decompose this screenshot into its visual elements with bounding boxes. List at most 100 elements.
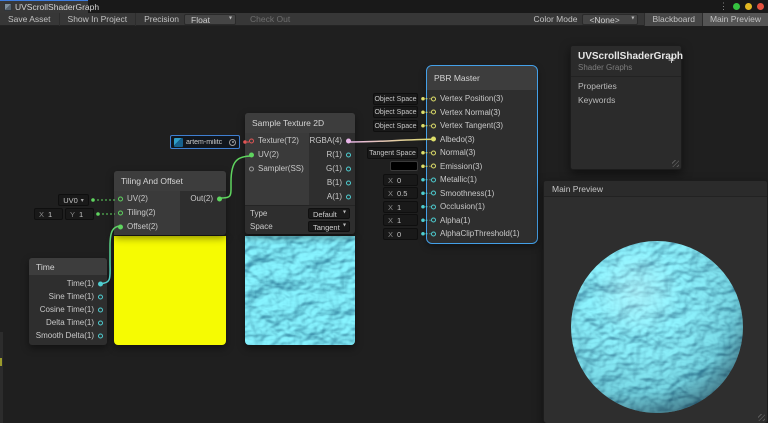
graph-canvas[interactable]: Time Time(1) Sine Time(1) Cosine Time(1)…	[0, 26, 768, 423]
tiling-x-field[interactable]: X 1	[34, 208, 63, 220]
pbr-input-label: Normal(3)	[440, 148, 476, 157]
port-vertex-normal-in[interactable]	[431, 109, 436, 115]
port-albedo-in[interactable]	[431, 136, 436, 142]
node-sample-title[interactable]: Sample Texture 2D	[245, 113, 355, 133]
chevron-down-icon: ▾	[80, 197, 84, 204]
chevron-down-icon: ▾	[229, 15, 233, 22]
tiling-input-label: Tiling(2)	[127, 208, 156, 217]
sample-type-label: Type	[250, 208, 268, 218]
port-sine-time-out[interactable]	[98, 294, 103, 299]
pbr-input-label: Emission(3)	[440, 161, 483, 171]
node-tiling-and-offset[interactable]: Tiling And Offset UV(2) Out(2) Tiling(2)	[114, 171, 226, 235]
port-tiling-tiling-in[interactable]	[118, 210, 123, 216]
window-dot-yellow[interactable]	[745, 3, 752, 10]
port-tiling-offset-in[interactable]	[118, 224, 123, 230]
port-smooth-delta-out[interactable]	[98, 333, 103, 338]
port-sample-g-out[interactable]	[346, 166, 351, 172]
vertex-position-space-dropdown[interactable]: Object Space	[373, 93, 418, 105]
pbr-input-label: Smoothness(1)	[440, 188, 495, 198]
blackboard-section-keywords[interactable]: Keywords	[571, 91, 681, 105]
node-time-title[interactable]: Time	[29, 258, 107, 275]
normal-space-dropdown[interactable]: Tangent Space	[367, 147, 418, 159]
window-controls: ⋮	[719, 0, 764, 13]
show-in-project-button[interactable]: Show In Project	[60, 12, 137, 26]
shader-graph-asset-icon	[4, 3, 12, 11]
node-pbr-title[interactable]: PBR Master	[427, 66, 537, 90]
port-sample-b-out[interactable]	[346, 180, 351, 186]
chevron-down-icon: ▾	[342, 209, 346, 216]
alpha-x-field[interactable]: X 1	[383, 214, 418, 226]
occlusion-x-field[interactable]: X 1	[383, 201, 418, 213]
time-output-label: Smooth Delta(1)	[35, 331, 94, 340]
pbr-input-label: Albedo(3)	[440, 134, 475, 144]
sample-space-dropdown[interactable]: Tangent ▾	[308, 220, 350, 232]
port-sample-texture-in[interactable]	[249, 138, 254, 144]
smoothness-x-field[interactable]: X 0.5	[383, 187, 418, 199]
blackboard-section-properties[interactable]: Properties	[571, 77, 681, 91]
node-pbr-master[interactable]: PBR Master Vertex Position(3) Vertex Nor…	[426, 65, 538, 244]
port-tiling-out[interactable]	[217, 196, 222, 202]
port-sample-uv-in[interactable]	[249, 152, 254, 158]
vertex-normal-space-dropdown[interactable]: Object Space	[373, 106, 418, 118]
main-preview-viewport[interactable]	[544, 197, 767, 423]
chevron-down-icon: ▾	[631, 15, 635, 22]
port-alphaclip-in[interactable]	[431, 231, 436, 237]
alphaclip-x-field[interactable]: X 0	[383, 228, 418, 240]
node-sample-texture-2d[interactable]: Sample Texture 2D Texture(T2) RGBA(4) UV…	[245, 113, 355, 234]
port-delta-time-out[interactable]	[98, 320, 103, 325]
main-preview-toggle-button[interactable]: Main Preview	[701, 12, 768, 26]
node-tiling-title[interactable]: Tiling And Offset	[114, 171, 226, 191]
texture-asset-name: artem-militc	[186, 138, 223, 146]
add-property-button[interactable]: +	[668, 54, 675, 66]
window-dot-red[interactable]	[757, 3, 764, 10]
sample-texture-node-preview	[245, 236, 355, 345]
sample-type-dropdown[interactable]: Default ▾	[308, 207, 350, 219]
uv-channel-dropdown[interactable]: UV0 ▾	[58, 194, 89, 206]
tiling-input-label: Offset(2)	[127, 222, 158, 231]
pbr-input-label: Occlusion(1)	[440, 202, 485, 211]
port-time-out[interactable]	[98, 281, 103, 286]
object-picker-icon[interactable]	[229, 138, 236, 146]
main-preview-panel[interactable]: Main Preview	[543, 180, 768, 423]
blackboard-panel[interactable]: UVScrollShaderGraph Shader Graphs + Prop…	[570, 45, 683, 170]
precision-dropdown[interactable]: Float ▾	[184, 13, 237, 25]
sample-output-label: G(1)	[326, 164, 342, 173]
pbr-input-label: Alpha(1)	[440, 215, 471, 225]
tiling-y-field[interactable]: Y 1	[65, 208, 94, 220]
texture-asset-field[interactable]: artem-militc	[170, 135, 240, 149]
pbr-input-label: Metallic(1)	[440, 175, 477, 184]
port-cosine-time-out[interactable]	[98, 307, 103, 312]
blackboard-header[interactable]: UVScrollShaderGraph Shader Graphs +	[571, 46, 683, 77]
check-out-button: Check Out	[250, 13, 291, 24]
port-metallic-in[interactable]	[431, 177, 436, 183]
main-preview-header[interactable]: Main Preview	[544, 181, 767, 197]
sample-output-label: RGBA(4)	[309, 136, 342, 145]
port-sample-r-out[interactable]	[346, 152, 351, 158]
port-sample-rgba-out[interactable]	[346, 138, 351, 144]
chevron-down-icon: ▾	[342, 222, 346, 229]
port-sample-a-out[interactable]	[346, 194, 351, 200]
tab-title: UVScrollShaderGraph	[15, 2, 100, 12]
port-occlusion-in[interactable]	[431, 204, 436, 210]
port-vertex-position-in[interactable]	[431, 96, 436, 102]
port-alpha-in[interactable]	[431, 217, 436, 223]
node-time[interactable]: Time Time(1) Sine Time(1) Cosine Time(1)…	[29, 258, 107, 345]
save-asset-button[interactable]: Save Asset	[0, 12, 60, 26]
resize-grip[interactable]	[672, 160, 679, 167]
port-tiling-uv-in[interactable]	[118, 196, 123, 202]
preview-sphere[interactable]	[569, 239, 745, 415]
emission-color-swatch[interactable]	[390, 161, 418, 171]
port-smoothness-in[interactable]	[431, 190, 436, 196]
window-dot-green[interactable]	[733, 3, 740, 10]
resize-grip[interactable]	[758, 414, 765, 421]
port-normal-in[interactable]	[431, 150, 436, 156]
metallic-x-field[interactable]: X 0	[383, 174, 418, 186]
port-emission-in[interactable]	[431, 163, 436, 169]
kebab-menu-icon[interactable]: ⋮	[719, 0, 728, 13]
blackboard-toggle-button[interactable]: Blackboard	[644, 12, 702, 26]
color-mode-dropdown[interactable]: <None> ▾	[582, 13, 639, 25]
port-sample-sampler-in[interactable]	[249, 166, 254, 172]
tab-uvscrollshadergraph[interactable]: UVScrollShaderGraph	[0, 0, 99, 13]
port-vertex-tangent-in[interactable]	[431, 123, 436, 129]
vertex-tangent-space-dropdown[interactable]: Object Space	[373, 120, 418, 132]
